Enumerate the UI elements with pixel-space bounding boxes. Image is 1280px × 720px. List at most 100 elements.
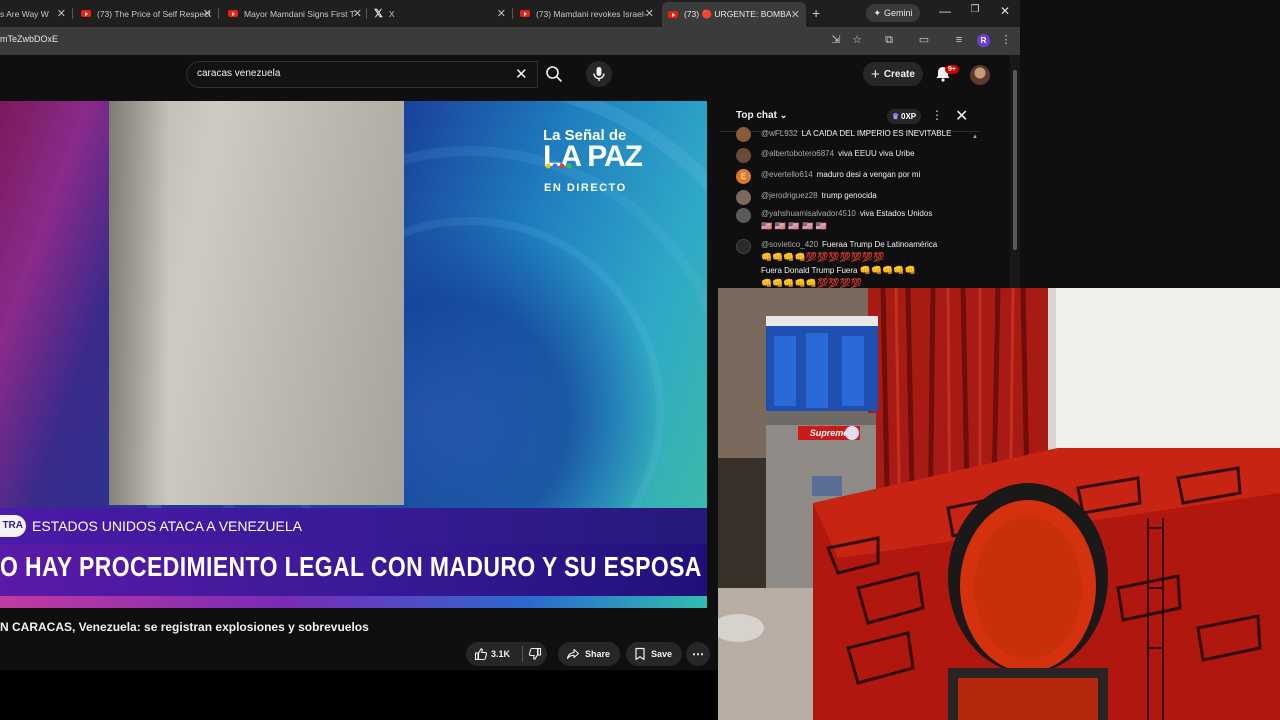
supreme-sticker: Supreme (810, 428, 849, 438)
top-chat-label: Top chat (736, 110, 777, 121)
youtube-favicon-icon (81, 10, 91, 17)
browser-menu-icon[interactable]: ⋮ (999, 33, 1013, 47)
new-tab-button[interactable]: + (812, 5, 820, 21)
ticker-main-text: O HAY PROCEDIMIENTO LEGAL CON MADURO Y S… (0, 551, 702, 582)
channel-logo-line3: EN DIRECTO (544, 182, 627, 194)
live-tag: TRA (0, 515, 26, 537)
url-text[interactable]: mTeZwbDOxE (0, 34, 58, 44)
tab-close-icon[interactable]: ✕ (203, 7, 212, 20)
scrollbar-thumb[interactable] (1013, 70, 1017, 250)
more-actions-button[interactable]: ⋯ (686, 642, 710, 666)
chat-avatar (736, 190, 751, 205)
save-bookmark-icon (635, 647, 645, 661)
x-logo-icon: 𝕏 (374, 8, 383, 20)
chat-author[interactable]: @evertello614 (761, 170, 813, 179)
save-button[interactable]: Save (626, 642, 682, 666)
chat-text: Fuera Donald Trump Fuera (761, 266, 858, 275)
tab-close-icon[interactable]: ✕ (353, 7, 362, 20)
chat-text: viva EEUU viva Uribe (838, 149, 915, 158)
tab-title: Mayor Mamdani Signs First T (244, 8, 355, 19)
tab-title: (73) 🔴 URGENTE: BOMBA (684, 9, 792, 19)
chat-message: @albertobotero6874 viva EEUU viva Uribe (736, 148, 966, 163)
tab-separator (218, 8, 219, 19)
chat-text: trump genocida (821, 191, 877, 200)
chat-message: @jerodriguez28 trump genocida (736, 190, 966, 205)
browser-tab[interactable]: s Are Way W ✕ (0, 4, 66, 23)
chat-menu-icon[interactable]: ⋮ (931, 108, 943, 122)
channel-logo-dots (545, 163, 572, 169)
tab-separator (366, 8, 367, 19)
extensions-icon[interactable]: ⧉ (882, 33, 896, 47)
chat-avatar (736, 127, 751, 142)
webcam-scene: Supreme (718, 288, 1280, 720)
chat-text: Fueraa Trump De Latinoamérica (822, 240, 938, 249)
chat-avatar (736, 208, 751, 223)
chat-author[interactable]: @wFL932 (761, 129, 798, 138)
fist-hundred-emojis: 👊👊👊👊💯💯💯💯💯💯💯 (761, 252, 885, 262)
media-controls-icon[interactable]: ≡ (952, 33, 966, 47)
chat-text: LA CAIDA DEL IMPERIO ES INEVITABLE (801, 129, 952, 138)
browser-profile-avatar[interactable]: R (977, 34, 990, 47)
xp-badge[interactable]: ♛ 0XP (887, 109, 921, 124)
create-button[interactable]: + Create (863, 62, 923, 86)
gemini-label: Gemini (884, 8, 913, 18)
thumbs-up-icon (474, 648, 488, 661)
browser-tab[interactable]: Mayor Mamdani Signs First T ✕ (228, 4, 362, 23)
voice-search-button[interactable] (586, 61, 612, 87)
close-window-icon[interactable]: ✕ (997, 4, 1013, 18)
browser-tab[interactable]: (73) The Price of Self Respect ✕ (81, 4, 212, 23)
ticker-gradient-strip (0, 596, 707, 608)
dislike-button[interactable] (528, 647, 542, 663)
tab-title: (73) Mamdani revokes Israel- (536, 8, 647, 19)
top-chat-dropdown[interactable]: Top chat ⌄ (736, 110, 787, 121)
share-label: Share (585, 649, 611, 659)
chat-close-icon[interactable]: ✕ (955, 106, 968, 126)
fist-emojis: 👊👊👊👊👊 (859, 265, 916, 275)
more-horizontal-icon: ⋯ (692, 647, 704, 661)
share-arrow-icon (566, 648, 580, 660)
youtube-favicon-icon (668, 11, 678, 18)
save-label: Save (651, 649, 673, 659)
chat-message: E @evertello614 maduro desi a vengan por … (736, 169, 966, 184)
tab-close-icon[interactable]: ✕ (791, 8, 800, 21)
xp-value: 0XP (901, 112, 917, 121)
chat-text: maduro desi a vengan por mi (816, 170, 921, 179)
browser-tab[interactable]: 𝕏 X ✕ (374, 4, 506, 23)
notification-count-badge: 9+ (945, 65, 959, 74)
tab-close-icon[interactable]: ✕ (57, 7, 66, 20)
chevron-down-icon: ⌄ (779, 110, 788, 120)
chat-message: @yahshuamisalvador4510 viva Estados Unido… (736, 208, 966, 233)
sparkle-icon: ✦ (873, 7, 882, 18)
chat-author[interactable]: @sovietico_420 (761, 240, 818, 249)
chat-avatar (736, 239, 751, 254)
share-button[interactable]: Share (558, 642, 620, 666)
clear-search-icon[interactable]: ✕ (515, 65, 528, 83)
search-icon[interactable] (544, 64, 564, 84)
webcam-overlay: Supreme (718, 288, 1280, 720)
ticker-headline: ESTADOS UNIDOS ATACA A VENEZUELA (32, 518, 302, 534)
tab-close-icon[interactable]: ✕ (645, 7, 654, 20)
chat-author[interactable]: @yahshuamisalvador4510 (761, 209, 856, 218)
install-app-icon[interactable]: ⇲ (829, 33, 843, 47)
restore-icon[interactable]: ❐ (967, 4, 983, 15)
browser-tab-active[interactable]: (73) 🔴 URGENTE: BOMBA ✕ (662, 2, 806, 27)
chat-avatar (736, 148, 751, 163)
like-button[interactable] (474, 647, 488, 663)
bookmark-star-icon[interactable]: ☆ (850, 33, 864, 47)
side-panel-icon[interactable]: ▭ (917, 33, 931, 47)
gemini-button[interactable]: ✦ Gemini (866, 4, 920, 22)
chat-scroll-up-icon[interactable]: ▲ (972, 134, 978, 140)
minimize-icon[interactable]: — (937, 4, 953, 18)
browser-tab[interactable]: (73) Mamdani revokes Israel- ✕ (520, 4, 654, 23)
chat-author[interactable]: @jerodriguez28 (761, 191, 818, 200)
account-avatar[interactable] (970, 65, 990, 85)
chat-author[interactable]: @albertobotero6874 (761, 149, 834, 158)
tab-title: X (388, 8, 395, 19)
search-input[interactable] (197, 68, 497, 79)
youtube-favicon-icon (520, 10, 530, 17)
microphone-icon (593, 67, 605, 81)
video-inset-shadow (109, 101, 169, 505)
us-flag-emojis: 🇺🇸 🇺🇸 🇺🇸 🇺🇸 🇺🇸 (761, 221, 828, 231)
youtube-favicon-icon (228, 10, 238, 17)
tab-close-icon[interactable]: ✕ (497, 7, 506, 20)
